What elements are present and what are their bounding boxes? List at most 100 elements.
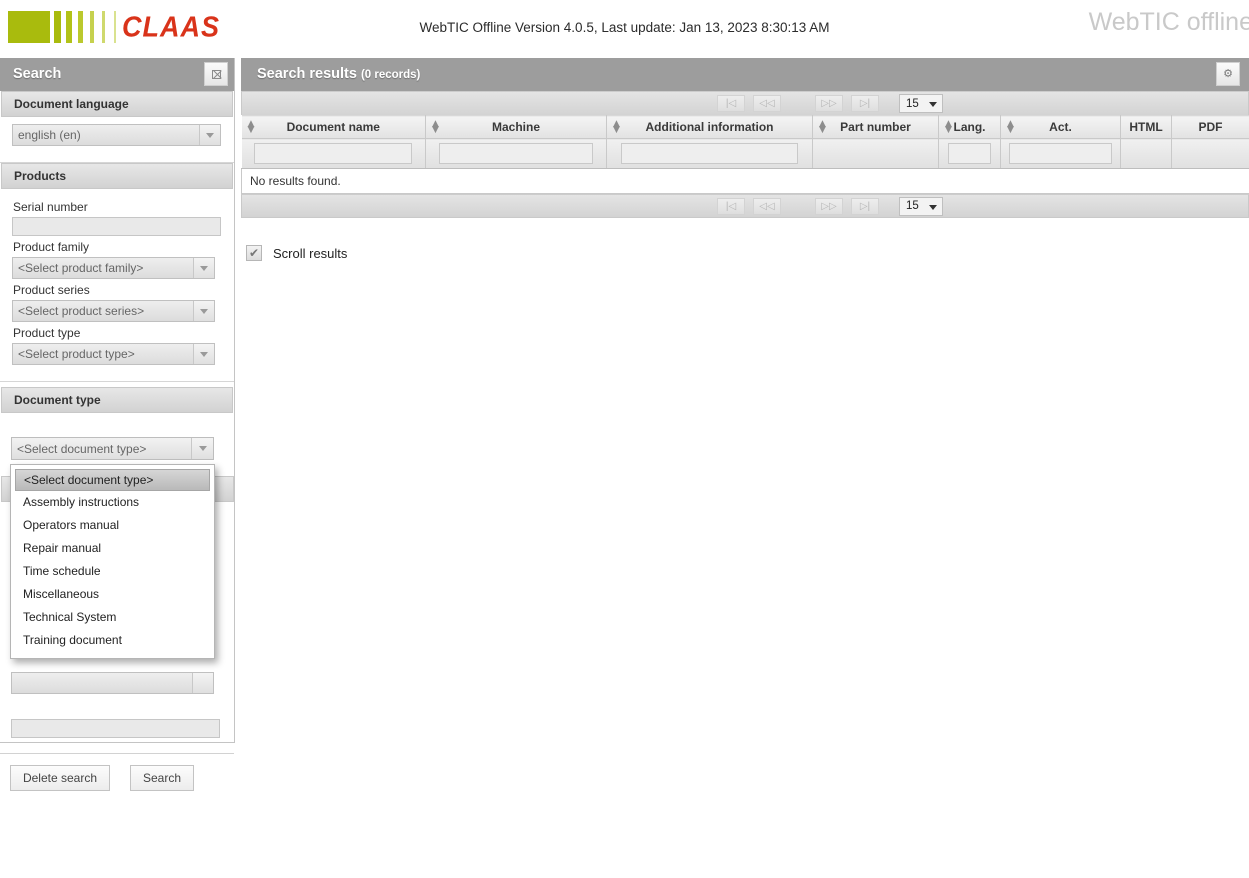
dropdown-option[interactable]: Technical System	[11, 606, 214, 629]
page-first-button[interactable]: |◁	[717, 95, 745, 112]
filter-cell-act	[1000, 138, 1121, 169]
serial-number-label: Serial number	[13, 200, 88, 214]
sort-icon[interactable]: ▲ ▼	[945, 120, 952, 135]
search-panel-title: Search	[13, 66, 62, 82]
search-panel-button-row: Delete search Search	[0, 753, 234, 801]
results-count: (0 records)	[360, 69, 421, 81]
section-body-products: Serial number Product family <Select pro…	[0, 189, 234, 375]
additional-search-input[interactable]	[11, 719, 220, 738]
filter-cell-machine	[425, 138, 607, 169]
page-size-select[interactable]: 15	[899, 196, 943, 216]
column-label: Document name	[286, 120, 380, 134]
page-first-button[interactable]: |◁	[717, 197, 745, 215]
column-label: Lang.	[953, 120, 986, 134]
results-title-bar: Search results (0 records) ⚙	[241, 58, 1249, 91]
search-results-panel: Search results (0 records) ⚙ |◁ ◁◁ ▷▷ ▷| …	[241, 58, 1249, 266]
chevron-down-icon	[193, 301, 214, 321]
table-filter-row	[241, 138, 1249, 169]
dropdown-option[interactable]: Assembly instructions	[11, 491, 214, 514]
serial-number-input[interactable]	[12, 217, 221, 236]
dropdown-option[interactable]: Repair manual	[11, 537, 214, 560]
page-prev-button[interactable]: ◁◁	[753, 197, 781, 215]
delete-search-button[interactable]: Delete search	[10, 765, 110, 791]
page-next-button[interactable]: ▷▷	[815, 197, 843, 215]
filter-input-document-name[interactable]	[254, 143, 413, 164]
product-family-label: Product family	[13, 240, 90, 254]
page-last-button[interactable]: ▷|	[851, 95, 879, 112]
scroll-results-row: ✔ Scroll results	[246, 245, 347, 261]
filter-cell-html	[1120, 138, 1172, 169]
logo-bar-2-icon	[66, 11, 72, 43]
empty-state-row: No results found.	[241, 168, 1249, 194]
column-header-machine[interactable]: ▲ ▼ Machine	[425, 115, 607, 139]
scroll-results-label: Scroll results	[273, 245, 348, 261]
app-root: CLAAS WebTIC Offline Version 4.0.5, Last…	[0, 0, 1249, 878]
page-size-value: 15	[906, 200, 919, 212]
chevron-down-icon	[199, 125, 220, 145]
collapse-panel-icon[interactable]	[204, 62, 228, 86]
filter-input-machine[interactable]	[438, 143, 594, 164]
results-title: Search results (0 records)	[257, 66, 420, 82]
section-header-document-language: Document language	[1, 91, 233, 117]
product-type-select[interactable]: <Select product type>	[12, 343, 215, 365]
filter-input-additional-information[interactable]	[621, 143, 798, 164]
logo-bar-1-icon	[54, 11, 61, 43]
page-last-button[interactable]: ▷|	[851, 197, 879, 215]
empty-state-message: No results found.	[241, 168, 1249, 194]
search-panel: Search Document language english (en) Pr…	[0, 58, 235, 801]
filter-input-act[interactable]	[1009, 143, 1112, 164]
chevron-down-icon	[191, 438, 213, 459]
sort-icon[interactable]: ▲ ▼	[1007, 120, 1014, 135]
dropdown-option[interactable]: Time schedule	[11, 560, 214, 583]
results-title-text: Search results	[257, 66, 357, 82]
filter-input-lang[interactable]	[948, 143, 991, 164]
filter-cell-document-name	[241, 138, 426, 169]
page-next-button[interactable]: ▷▷	[815, 95, 843, 112]
column-header-part-number[interactable]: ▲ ▼ Part number	[812, 115, 939, 139]
gear-icon[interactable]: ⚙	[1216, 62, 1240, 86]
page-prev-button[interactable]: ◁◁	[753, 95, 781, 112]
column-label: Part number	[840, 120, 911, 134]
dropdown-option[interactable]: Operators manual	[11, 514, 214, 537]
dropdown-option[interactable]: Miscellaneous	[11, 583, 214, 606]
obscured-select-4[interactable]	[11, 672, 214, 694]
gear-glyph: ⚙	[1223, 67, 1233, 80]
document-type-select[interactable]: <Select document type>	[11, 437, 214, 460]
page-size-select[interactable]: 15	[899, 94, 943, 113]
filter-cell-additional-information	[606, 138, 813, 169]
scroll-results-checkbox[interactable]: ✔	[246, 245, 262, 261]
results-table: ▲ ▼ Document name ▲ ▼ Machine ▲ ▼ Additiona…	[241, 115, 1249, 194]
product-family-select[interactable]: <Select product family>	[12, 257, 215, 279]
chevron-down-icon	[193, 344, 214, 364]
pagination-bottom: |◁ ◁◁ ▷▷ ▷| 15	[241, 194, 1249, 218]
column-label: Additional information	[645, 120, 774, 134]
section-body-document-language: english (en)	[0, 117, 234, 156]
filter-cell-lang	[938, 138, 1001, 169]
column-label: Machine	[491, 120, 540, 134]
section-header-products: Products	[1, 163, 233, 189]
column-header-lang[interactable]: ▲ ▼ Lang.	[938, 115, 1001, 139]
column-header-act[interactable]: ▲ ▼ Act.	[1000, 115, 1121, 139]
sort-icon[interactable]: ▲ ▼	[432, 120, 439, 135]
column-header-html: HTML	[1120, 115, 1172, 139]
product-type-value: <Select product type>	[18, 347, 135, 361]
document-language-value: english (en)	[18, 128, 81, 142]
column-header-document-name[interactable]: ▲ ▼ Document name	[241, 115, 426, 139]
column-header-pdf: PDF	[1171, 115, 1249, 139]
search-button[interactable]: Search	[130, 765, 194, 791]
sort-icon[interactable]: ▲ ▼	[248, 120, 255, 135]
sort-icon[interactable]: ▲ ▼	[819, 120, 826, 135]
collapse-panel-glyph	[211, 69, 221, 79]
dropdown-option[interactable]: Training document	[11, 629, 214, 652]
document-type-dropdown-list[interactable]: <Select document type> Assembly instruct…	[10, 464, 215, 659]
dropdown-option[interactable]: <Select document type>	[15, 469, 210, 491]
document-language-select[interactable]: english (en)	[12, 124, 221, 146]
app-name-watermark: WebTIC offline	[1088, 8, 1249, 36]
filter-cell-pdf	[1171, 138, 1249, 169]
product-type-label: Product type	[13, 326, 81, 340]
logo-block-icon	[8, 11, 50, 43]
logo-bar-6-icon	[114, 11, 116, 43]
sort-icon[interactable]: ▲ ▼	[613, 120, 620, 135]
product-series-select[interactable]: <Select product series>	[12, 300, 215, 322]
column-header-additional-information[interactable]: ▲ ▼ Additional information	[606, 115, 813, 139]
